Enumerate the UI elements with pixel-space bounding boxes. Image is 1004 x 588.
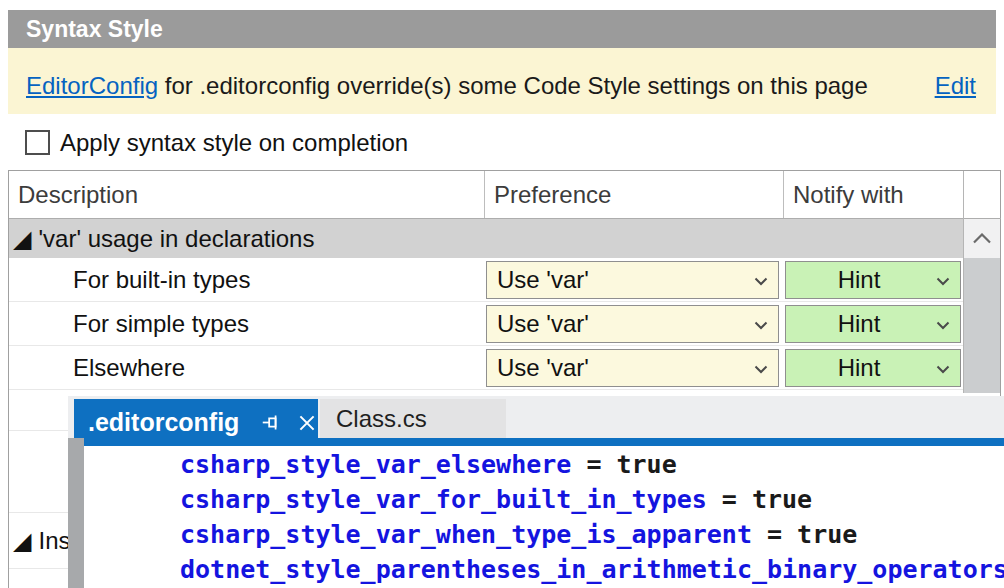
chevron-down-icon <box>754 277 768 286</box>
tab-label: .editorconfig <box>88 408 239 437</box>
column-divider <box>484 171 485 218</box>
notify-value: Hint <box>786 354 932 382</box>
chevron-up-icon <box>972 233 992 244</box>
code-line: dotnet_style_parentheses_in_arithmetic_b… <box>180 552 1004 587</box>
editorconfig-banner: EditorConfig for .editorconfig override(… <box>8 48 996 114</box>
editor-gutter <box>68 438 84 588</box>
row-divider <box>9 430 68 431</box>
chevron-down-icon <box>754 321 768 330</box>
row-description[interactable]: For simple types <box>73 302 473 346</box>
apply-syntax-style-checkbox[interactable] <box>25 130 50 155</box>
tab-class-cs[interactable]: Class.cs <box>320 399 506 438</box>
code-editor[interactable]: csharp_style_var_elsewhere = true csharp… <box>84 446 1004 588</box>
row-description[interactable]: For built-in types <box>73 258 473 302</box>
scrollbar-track[interactable] <box>964 258 1000 393</box>
notify-dropdown[interactable]: Hint <box>785 305 961 343</box>
row-divider <box>9 568 68 569</box>
active-tab-underline <box>84 438 1004 446</box>
row-description[interactable]: Elsewhere <box>73 346 473 390</box>
group-row-partial[interactable]: ◢ Ins <box>9 513 68 568</box>
code-line: csharp_style_var_when_type_is_apparent =… <box>180 517 857 552</box>
banner-text: for .editorconfig override(s) some Code … <box>158 72 868 99</box>
edit-link[interactable]: Edit <box>935 72 976 100</box>
code-line: csharp_style_var_elsewhere = true <box>180 447 677 482</box>
notify-dropdown[interactable]: Hint <box>785 261 961 299</box>
preference-value: Use 'var' <box>497 354 750 382</box>
pin-icon[interactable] <box>261 412 282 433</box>
notify-dropdown[interactable]: Hint <box>785 349 961 387</box>
table-border-right <box>1000 170 1001 396</box>
group-label: 'var' usage in declarations <box>38 225 314 253</box>
chevron-down-icon <box>936 277 950 286</box>
chevron-down-icon <box>936 321 950 330</box>
group-expander-icon[interactable]: ◢ <box>13 227 31 251</box>
close-icon[interactable] <box>298 414 316 432</box>
group-label: Ins <box>38 527 68 555</box>
column-header-preference[interactable]: Preference <box>494 171 611 218</box>
row-divider <box>9 389 963 390</box>
column-header-notify-with[interactable]: Notify with <box>793 171 904 218</box>
editorconfig-link[interactable]: EditorConfig <box>26 72 158 99</box>
chevron-down-icon <box>754 365 768 374</box>
preference-dropdown[interactable]: Use 'var' <box>486 305 779 343</box>
tab-label: Class.cs <box>336 405 427 433</box>
column-header-description[interactable]: Description <box>18 171 138 218</box>
chevron-down-icon <box>936 365 950 374</box>
notify-value: Hint <box>786 310 932 338</box>
scrollbar-up-button[interactable] <box>964 219 1000 258</box>
preference-dropdown[interactable]: Use 'var' <box>486 349 779 387</box>
apply-syntax-style-label: Apply syntax style on completion <box>60 129 408 157</box>
page-title: Syntax Style <box>8 10 996 48</box>
column-divider <box>783 171 784 218</box>
banner-message: EditorConfig for .editorconfig override(… <box>26 72 868 100</box>
code-line: csharp_style_var_for_built_in_types = tr… <box>180 482 812 517</box>
notify-value: Hint <box>786 266 932 294</box>
preference-value: Use 'var' <box>497 310 750 338</box>
group-row-var-usage[interactable]: ◢ 'var' usage in declarations <box>9 219 963 258</box>
group-expander-icon[interactable]: ◢ <box>13 529 31 553</box>
syntax-style-page: Syntax Style EditorConfig for .editorcon… <box>0 0 1004 588</box>
preference-dropdown[interactable]: Use 'var' <box>486 261 779 299</box>
preference-value: Use 'var' <box>497 266 750 294</box>
